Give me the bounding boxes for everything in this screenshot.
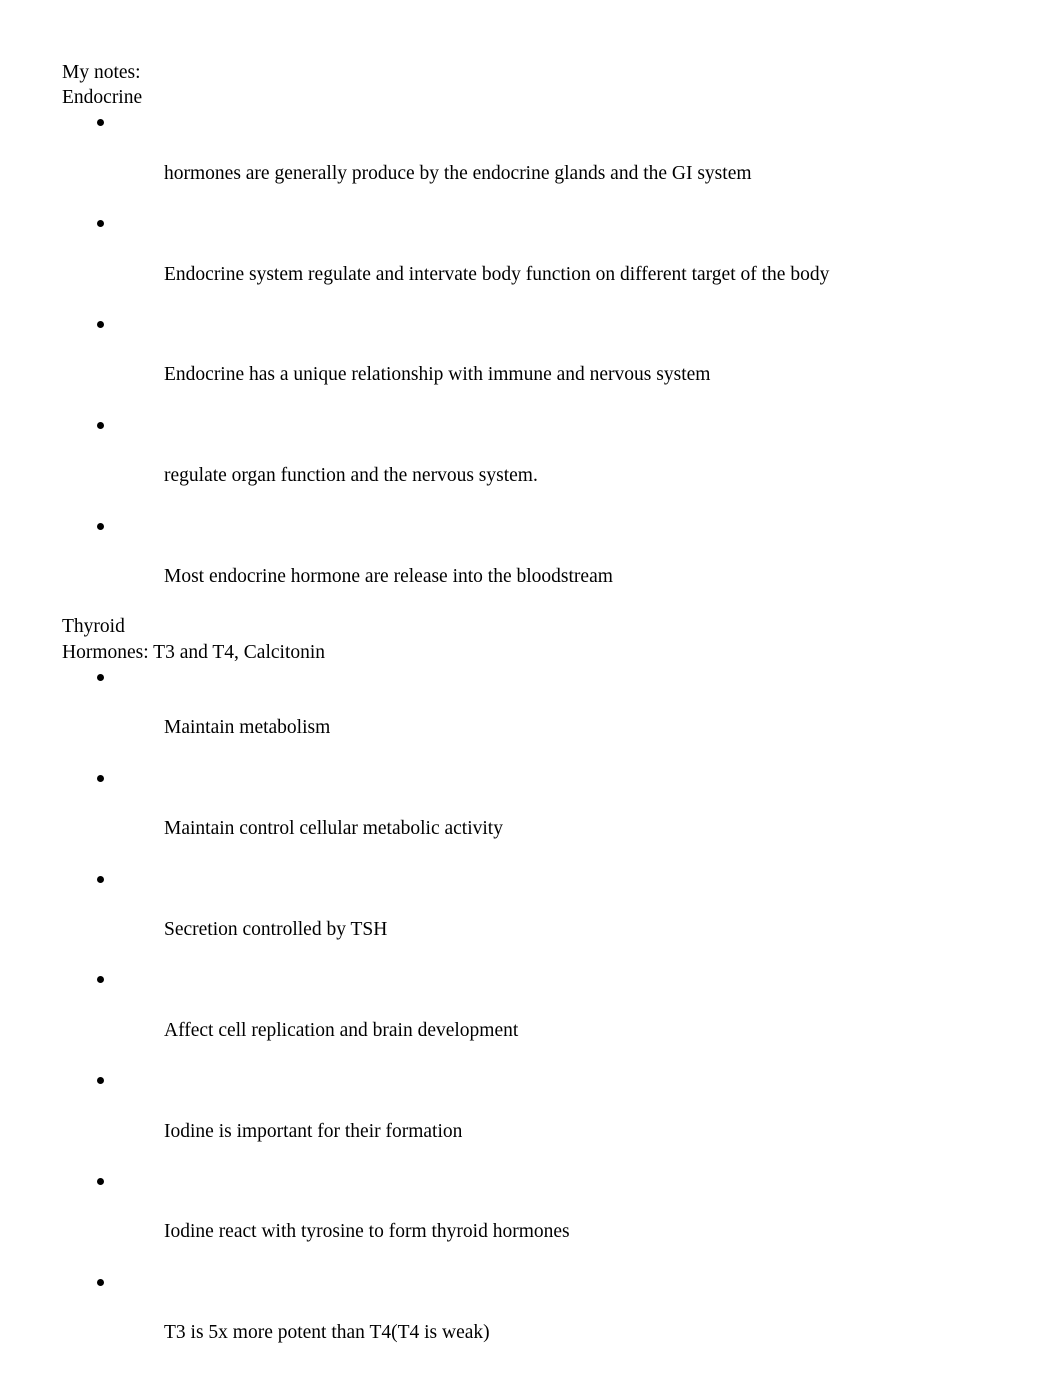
bullet-dot-icon xyxy=(97,1169,111,1194)
bullet-dot-icon xyxy=(97,1371,111,1377)
list-item: Most endocrine hormone are release into … xyxy=(62,514,1000,615)
bullet-dot-icon xyxy=(97,1270,111,1295)
document-page: My notes: Endocrine hormones are general… xyxy=(0,0,1062,1377)
list-item-text: hormones are generally produce by the en… xyxy=(164,162,752,184)
bullet-dot-icon xyxy=(97,211,111,236)
list-item: Maintain metabolism xyxy=(62,665,1000,766)
bullet-dot-icon xyxy=(97,1068,111,1093)
bullet-dot-icon xyxy=(97,110,111,135)
list-item-text: Iodine is important for their formation xyxy=(164,1120,463,1142)
section-heading-endocrine: Endocrine xyxy=(62,87,143,109)
list-item-text: Affect cell replication and brain develo… xyxy=(164,1019,519,1041)
bullet-dot-icon xyxy=(97,514,111,539)
bullet-dot-icon xyxy=(97,766,111,791)
list-item: Calcitonin: xyxy=(62,1371,1000,1377)
list-item-text: regulate organ function and the nervous … xyxy=(164,465,538,487)
section-subheading-thyroid-hormones: Hormones: T3 and T4, Calcitonin xyxy=(62,641,326,663)
bullet-dot-icon xyxy=(97,413,111,438)
list-item-text: Secretion controlled by TSH xyxy=(164,918,388,940)
list-item: Maintain control cellular metabolic acti… xyxy=(62,766,1000,867)
list-item-text: Most endocrine hormone are release into … xyxy=(164,566,613,588)
bullet-dot-icon xyxy=(97,967,111,992)
list-item-text: Endocrine system regulate and intervate … xyxy=(164,263,830,285)
list-item: Affect cell replication and brain develo… xyxy=(62,967,1000,1068)
list-item-text: Maintain control cellular metabolic acti… xyxy=(164,818,503,840)
bullet-dot-icon xyxy=(97,867,111,892)
list-item-text: Iodine react with tyrosine to form thyro… xyxy=(164,1221,570,1243)
notes-title: My notes: xyxy=(62,62,141,83)
bullet-dot-icon xyxy=(97,665,111,690)
bullet-list-thyroid: Maintain metabolism Maintain control cel… xyxy=(62,665,1000,1377)
list-item: Secretion controlled by TSH xyxy=(62,867,1000,968)
list-item: regulate organ function and the nervous … xyxy=(62,413,1000,514)
list-item: Endocrine has a unique relationship with… xyxy=(62,312,1000,413)
section-heading-thyroid: Thyroid xyxy=(62,616,125,638)
list-item: hormones are generally produce by the en… xyxy=(62,110,1000,211)
list-item: Endocrine system regulate and intervate … xyxy=(62,211,1000,312)
list-item-text: T3 is 5x more potent than T4(T4 is weak) xyxy=(164,1322,490,1344)
list-item-text: Endocrine has a unique relationship with… xyxy=(164,364,711,386)
bullet-dot-icon xyxy=(97,312,111,337)
list-item: Iodine react with tyrosine to form thyro… xyxy=(62,1169,1000,1270)
list-item: T3 is 5x more potent than T4(T4 is weak) xyxy=(62,1270,1000,1371)
bullet-list-endocrine: hormones are generally produce by the en… xyxy=(62,110,1000,614)
list-item-text: Maintain metabolism xyxy=(164,717,331,739)
document-body: My notes: Endocrine hormones are general… xyxy=(62,60,1000,1377)
list-item: Iodine is important for their formation xyxy=(62,1068,1000,1169)
